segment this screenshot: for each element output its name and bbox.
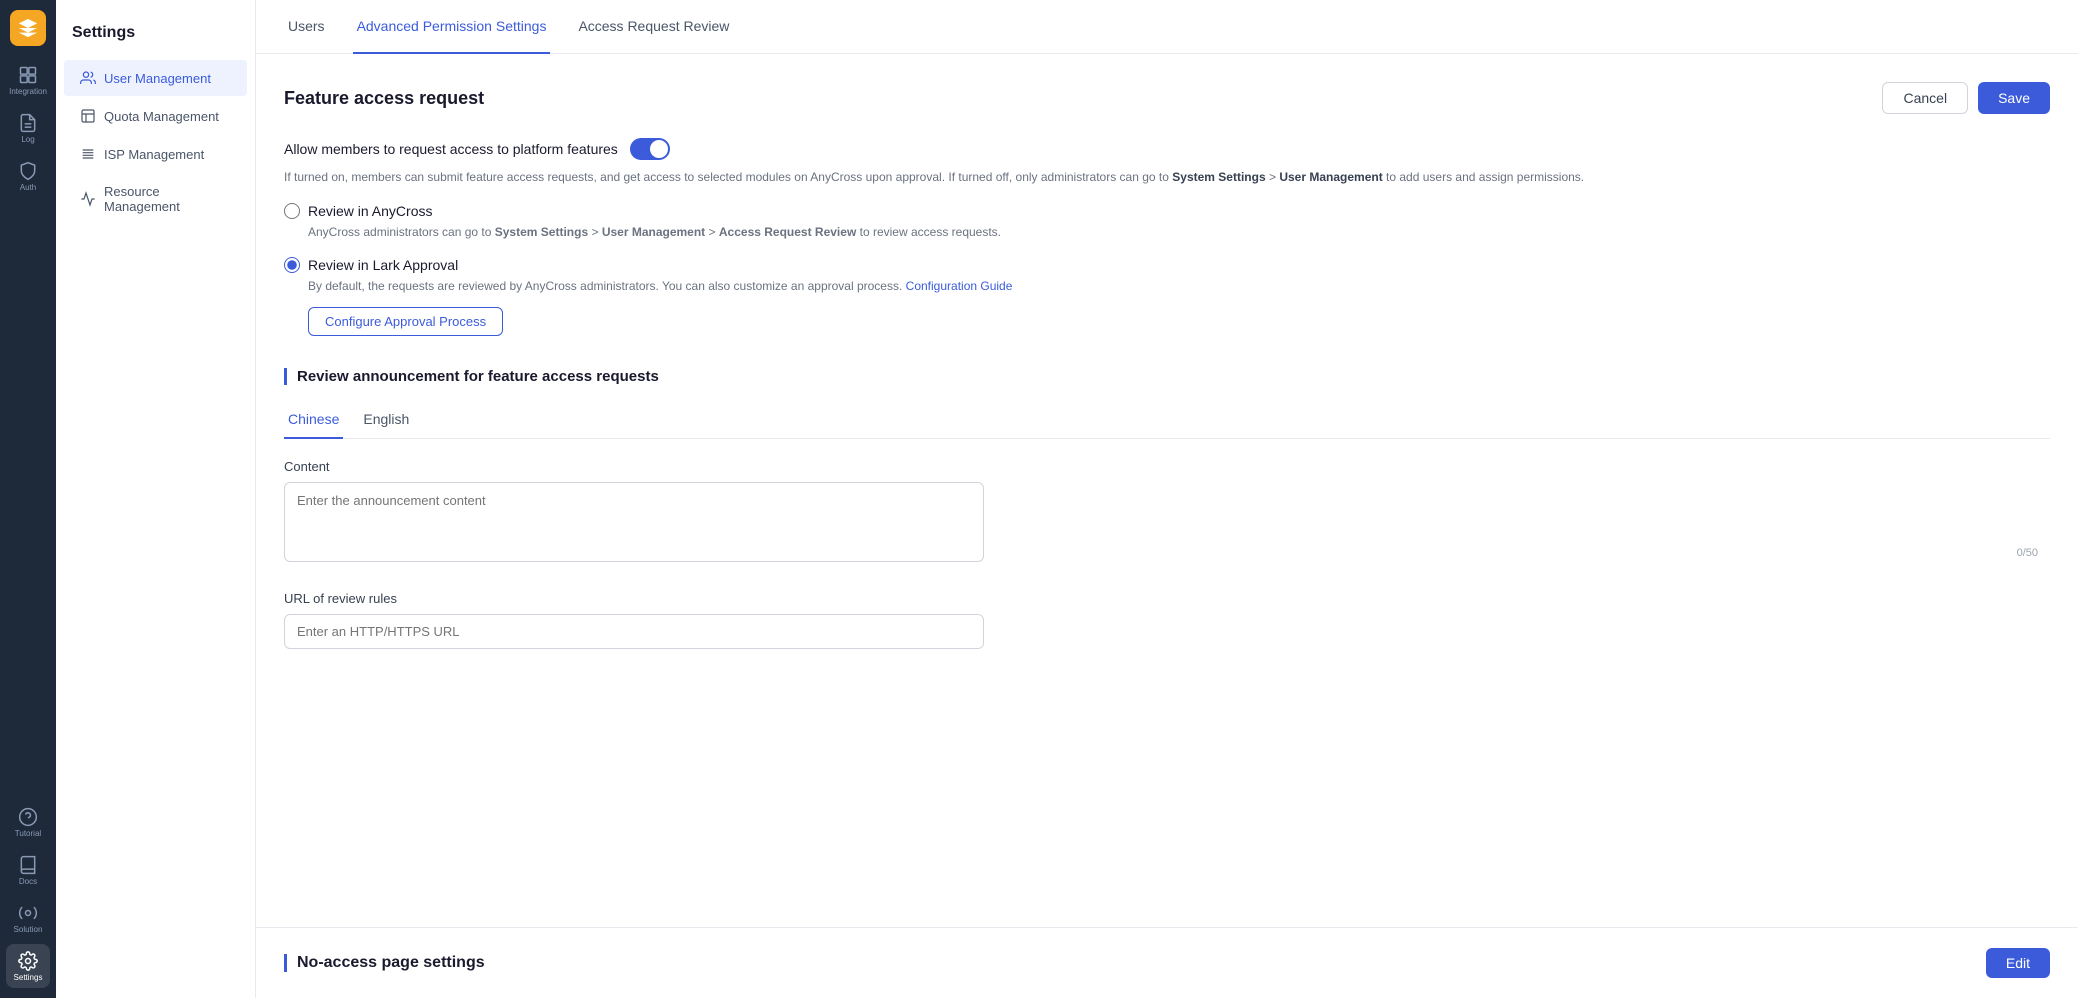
no-access-title: No-access page settings [284,954,485,972]
radio-option-lark: Review in Lark Approval By default, the … [284,257,2050,336]
user-management-icon [80,70,96,86]
sidebar-label-resource: Resource Management [104,184,231,214]
char-count: 0/50 [2017,547,2038,559]
solution-icon [18,903,38,923]
page-title: Feature access request [284,88,484,109]
lang-tab-bar: Chinese English [284,401,2050,439]
toggle-row: Allow members to request access to platf… [284,138,2050,160]
header-actions: Cancel Save [1882,82,2050,114]
radio-label-lark[interactable]: Review in Lark Approval [284,257,2050,273]
sidebar-label-quota: Quota Management [104,109,219,124]
url-label: URL of review rules [284,591,2050,606]
announcement-heading: Review announcement for feature access r… [284,368,2050,385]
no-access-section: No-access page settings Edit [256,927,2078,998]
settings-icon [18,951,38,971]
sidebar-item-isp-management[interactable]: ISP Management [64,136,247,172]
sidebar-item-docs[interactable]: Docs [6,848,50,892]
radio-label-anycross[interactable]: Review in AnyCross [284,203,2050,219]
sidebar-item-user-management[interactable]: User Management [64,60,247,96]
sidebar-item-tutorial[interactable]: Tutorial [6,800,50,844]
tab-users[interactable]: Users [284,0,329,54]
sidebar-item-solution[interactable]: Solution [6,896,50,940]
announcement-section: Review announcement for feature access r… [284,368,2050,649]
sidebar-item-quota-management[interactable]: Quota Management [64,98,247,134]
page-header-row: Feature access request Cancel Save [284,82,2050,114]
lang-tab-chinese[interactable]: Chinese [284,401,343,439]
logo [10,10,46,46]
sidebar-item-log[interactable]: Log [6,106,50,150]
sidebar-item-auth[interactable]: Auth [6,154,50,198]
edit-button[interactable]: Edit [1986,948,2050,978]
docs-icon [18,855,38,875]
sidebar: Settings User Management Quota Managemen… [56,0,256,998]
tab-access-request[interactable]: Access Request Review [574,0,733,54]
feature-description: If turned on, members can submit feature… [284,168,2050,187]
desc-bold2: User Management [1279,170,1382,184]
nav-bar: Integration Log Auth Tutorial Docs Solut… [0,0,56,998]
toggle-label: Allow members to request access to platf… [284,141,618,157]
quota-icon [80,108,96,124]
tutorial-icon [18,807,38,827]
isp-icon [80,146,96,162]
tab-bar: Users Advanced Permission Settings Acces… [256,0,2078,54]
cancel-button[interactable]: Cancel [1882,82,1968,114]
tab-advanced-permission[interactable]: Advanced Permission Settings [353,0,551,54]
radio-lark[interactable] [284,257,300,273]
anycross-review-desc: AnyCross administrators can go to System… [308,223,2050,241]
sidebar-item-integration[interactable]: Integration [6,58,50,102]
lark-review-desc: By default, the requests are reviewed by… [308,277,2050,295]
sidebar-label-isp: ISP Management [104,147,204,162]
configure-approval-button[interactable]: Configure Approval Process [308,307,503,336]
content-label: Content [284,459,2050,474]
sidebar-title: Settings [56,16,255,58]
desc-bold1: System Settings [1172,170,1265,184]
save-button[interactable]: Save [1978,82,2050,114]
feature-access-section: Allow members to request access to platf… [284,138,2050,336]
auth-icon [18,161,38,181]
sidebar-label-user-management: User Management [104,71,211,86]
radio-anycross[interactable] [284,203,300,219]
integration-icon [18,65,38,85]
resource-icon [80,191,96,207]
content-textarea[interactable] [284,482,984,562]
url-input[interactable] [284,614,984,649]
sidebar-item-settings[interactable]: Settings [6,944,50,988]
lang-tab-english[interactable]: English [359,401,413,439]
configuration-guide-link[interactable]: Configuration Guide [906,279,1013,293]
sidebar-item-resource-management[interactable]: Resource Management [64,174,247,224]
main-content: Users Advanced Permission Settings Acces… [256,0,2078,998]
content-area: Feature access request Cancel Save Allow… [256,54,2078,927]
radio-option-anycross: Review in AnyCross AnyCross administrato… [284,203,2050,241]
logo-icon [17,17,39,39]
content-field-wrap: 0/50 [284,482,2050,567]
allow-members-toggle[interactable] [630,138,670,160]
log-icon [18,113,38,133]
